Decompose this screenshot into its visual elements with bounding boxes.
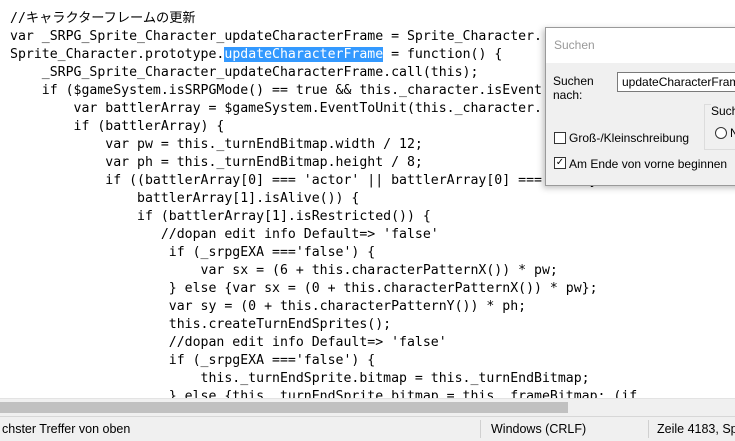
wrap-around-checkbox[interactable]: ✓: [554, 157, 566, 169]
wrap-around-label: Am Ende von vorne beginnen: [569, 157, 728, 171]
code-text: } else {this._turnEndSprite.bitmap = thi…: [10, 389, 638, 398]
code-text: var battlerArray = $gameSystem.EventToUn…: [10, 101, 542, 116]
status-divider: [648, 420, 649, 438]
code-line[interactable]: if ((battlerArray[0] === 'actor' || batt…: [10, 172, 637, 190]
code-line[interactable]: if (battlerArray[1].isRestricted()) {: [10, 208, 431, 226]
code-text: if (_srpgEXA ==='false') {: [10, 245, 376, 260]
code-text: if (_srpgEXA ==='false') {: [10, 353, 376, 368]
status-bar: chster Treffer von oben Windows (CRLF) Z…: [0, 416, 735, 441]
code-line[interactable]: if (_srpgEXA ==='false') {: [10, 352, 375, 370]
scrollbar-thumb[interactable]: [0, 402, 568, 413]
code-line[interactable]: var sx = (6 + this.characterPatternX()) …: [10, 262, 558, 280]
direction-radio[interactable]: [715, 127, 727, 139]
code-line[interactable]: } else {this._turnEndSprite.bitmap = thi…: [10, 388, 637, 398]
code-text: this.createTurnEndSprites();: [10, 317, 392, 332]
code-line[interactable]: var sy = (0 + this.characterPatternY()) …: [10, 298, 526, 316]
code-line[interactable]: if (_srpgEXA ==='false') {: [10, 244, 375, 262]
code-line[interactable]: _SRPG_Sprite_Character_updateCharacterFr…: [10, 64, 479, 82]
code-text: this._turnEndSprite.bitmap = this._turnE…: [10, 371, 590, 386]
search-input[interactable]: updateCharacterFrame: [617, 72, 735, 92]
status-divider: [480, 420, 481, 438]
code-text: if (battlerArray[1].isRestricted()) {: [10, 209, 431, 224]
code-line[interactable]: var _SRPG_Sprite_Character_updateCharact…: [10, 28, 542, 46]
code-line[interactable]: this.createTurnEndSprites();: [10, 316, 391, 334]
case-sensitive-checkbox[interactable]: [554, 132, 566, 144]
code-line[interactable]: var ph = this._turnEndBitmap.height / 8;: [10, 154, 423, 172]
search-direction-label: Such: [711, 104, 735, 118]
code-text: //dopan edit info Default=> 'false': [10, 335, 447, 350]
code-text: var ph = this._turnEndBitmap.height / 8;: [10, 155, 423, 170]
search-direction-group: Such N: [704, 104, 735, 150]
dialog-title-bar[interactable]: Suchen: [546, 28, 735, 63]
code-text: } else {var sx = (0 + this.characterPatt…: [10, 281, 598, 296]
dialog-title: Suchen: [554, 38, 595, 52]
code-line[interactable]: this._turnEndSprite.bitmap = this._turnE…: [10, 370, 590, 388]
status-message: chster Treffer von oben: [2, 422, 131, 436]
code-text: = function() {: [383, 47, 503, 62]
code-line[interactable]: battlerArray[1].isAlive()) {: [10, 190, 359, 208]
code-text: Sprite_Character.prototype.: [10, 47, 225, 62]
find-dialog: Suchen Suchen nach: updateCharacterFrame…: [545, 27, 735, 186]
code-text: //キャラクターフレームの更新: [10, 11, 196, 26]
case-sensitive-label: Groß-/Kleinschreibung: [569, 131, 690, 145]
code-text: var _SRPG_Sprite_Character_updateCharact…: [10, 29, 542, 44]
code-text: if (battlerArray) {: [10, 119, 225, 134]
code-text: //dopan edit info Default=> 'false': [10, 227, 439, 242]
code-line[interactable]: //dopan edit info Default=> 'false': [10, 334, 447, 352]
code-text: var pw = this._turnEndBitmap.width / 12;: [10, 137, 423, 152]
code-line[interactable]: //キャラクターフレームの更新: [10, 10, 196, 28]
code-text: battlerArray[1].isAlive()) {: [10, 191, 360, 206]
code-line[interactable]: var pw = this._turnEndBitmap.width / 12;: [10, 136, 423, 154]
search-match-highlight: updateCharacterFrame: [224, 47, 384, 62]
code-line[interactable]: if ($gameSystem.isSRPGMode() == true && …: [10, 82, 542, 100]
code-line[interactable]: Sprite_Character.prototype.updateCharact…: [10, 46, 502, 64]
code-line[interactable]: var battlerArray = $gameSystem.EventToUn…: [10, 100, 542, 118]
code-text: _SRPG_Sprite_Character_updateCharacterFr…: [10, 65, 479, 80]
direction-radio-label: N: [730, 126, 735, 140]
search-label: Suchen nach:: [553, 74, 594, 102]
code-text: if ((battlerArray[0] === 'actor' || batt…: [10, 173, 638, 188]
code-text: if ($gameSystem.isSRPGMode() == true && …: [10, 83, 542, 98]
code-text: var sy = (0 + this.characterPatternY()) …: [10, 299, 527, 314]
code-text: var sx = (6 + this.characterPatternX()) …: [10, 263, 558, 278]
status-encoding: Windows (CRLF): [491, 422, 587, 436]
status-cursor-position: Zeile 4183, Spa: [657, 422, 735, 436]
code-line[interactable]: //dopan edit info Default=> 'false': [10, 226, 439, 244]
horizontal-scrollbar[interactable]: [0, 398, 735, 416]
code-line[interactable]: } else {var sx = (0 + this.characterPatt…: [10, 280, 598, 298]
code-line[interactable]: if (battlerArray) {: [10, 118, 225, 136]
